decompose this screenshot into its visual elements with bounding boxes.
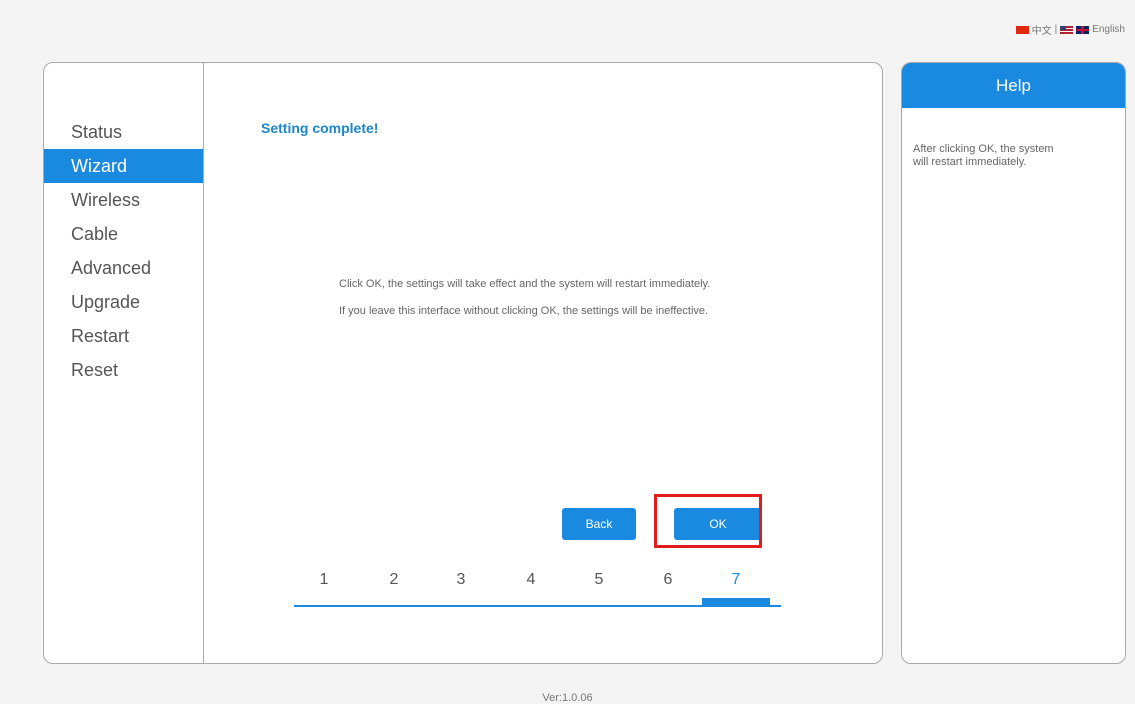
- main-panel: Status Wizard Wireless Cable Advanced Up…: [43, 62, 883, 664]
- message-warning: If you leave this interface without clic…: [339, 305, 709, 317]
- ok-button[interactable]: OK: [674, 508, 762, 540]
- sidebar-item-advanced[interactable]: Advanced: [44, 251, 203, 285]
- step-6: 6: [663, 571, 673, 588]
- language-switcher: 中文 | English: [1015, 22, 1125, 37]
- step-2: 2: [389, 571, 399, 588]
- sidebar-item-status[interactable]: Status: [44, 115, 203, 149]
- back-button[interactable]: Back: [562, 508, 636, 540]
- step-3: 3: [456, 571, 466, 588]
- step-7: 7: [731, 571, 741, 588]
- current-step-marker: [702, 598, 770, 606]
- message-block: Click OK, the settings will take effect …: [339, 278, 789, 332]
- page-title: Setting complete!: [261, 120, 379, 136]
- step-indicator: 1 2 3 4 5 6 7: [294, 571, 781, 607]
- help-title: Help: [902, 63, 1125, 108]
- sidebar-item-upgrade[interactable]: Upgrade: [44, 285, 203, 319]
- help-panel: Help After clicking OK, the system will …: [901, 62, 1126, 664]
- wizard-content: Setting complete! Click OK, the settings…: [204, 63, 882, 663]
- step-1: 1: [319, 571, 329, 588]
- sidebar: Status Wizard Wireless Cable Advanced Up…: [44, 63, 204, 663]
- sidebar-item-wireless[interactable]: Wireless: [44, 183, 203, 217]
- language-separator: |: [1054, 24, 1058, 35]
- language-chinese-link[interactable]: 中文: [1032, 22, 1052, 37]
- uk-flag-icon[interactable]: [1076, 25, 1090, 34]
- help-text: After clicking OK, the system will resta…: [913, 143, 1054, 168]
- message-restart: Click OK, the settings will take effect …: [339, 278, 711, 290]
- step-5: 5: [594, 571, 604, 588]
- step-4: 4: [526, 571, 536, 588]
- sidebar-item-reset[interactable]: Reset: [44, 353, 203, 387]
- us-flag-icon[interactable]: [1060, 25, 1074, 34]
- language-english-link[interactable]: English: [1092, 24, 1125, 35]
- sidebar-item-restart[interactable]: Restart: [44, 319, 203, 353]
- sidebar-item-wizard[interactable]: Wizard: [44, 149, 203, 183]
- sidebar-item-cable[interactable]: Cable: [44, 217, 203, 251]
- china-flag-icon[interactable]: [1015, 25, 1029, 34]
- version-label: Ver:1.0.06: [542, 692, 593, 704]
